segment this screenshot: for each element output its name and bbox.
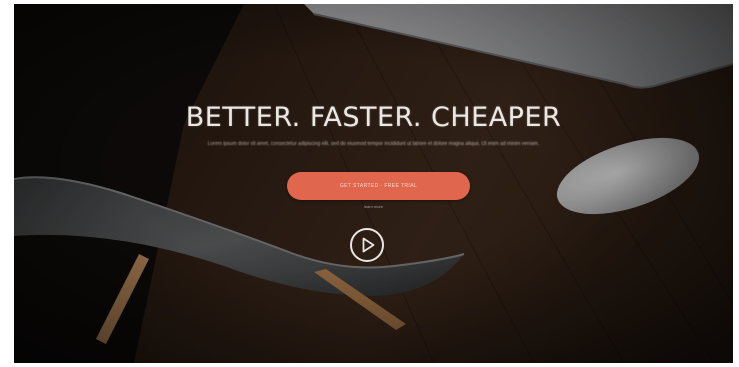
hero-headline: BETTER. FASTER. CHEAPER (185, 102, 562, 133)
hero-subtext: Lorem ipsum dolor sit amet, consectetur … (207, 141, 540, 147)
hero-screenshot-frame: BETTER. FASTER. CHEAPER Lorem ipsum dolo… (14, 4, 733, 363)
play-video-button[interactable] (350, 228, 384, 262)
learn-more-link[interactable]: learn more (14, 204, 733, 210)
play-icon (362, 237, 375, 253)
hero-section: BETTER. FASTER. CHEAPER Lorem ipsum dolo… (14, 4, 733, 363)
get-started-button[interactable]: GET STARTED - FREE TRIAL (287, 172, 470, 200)
